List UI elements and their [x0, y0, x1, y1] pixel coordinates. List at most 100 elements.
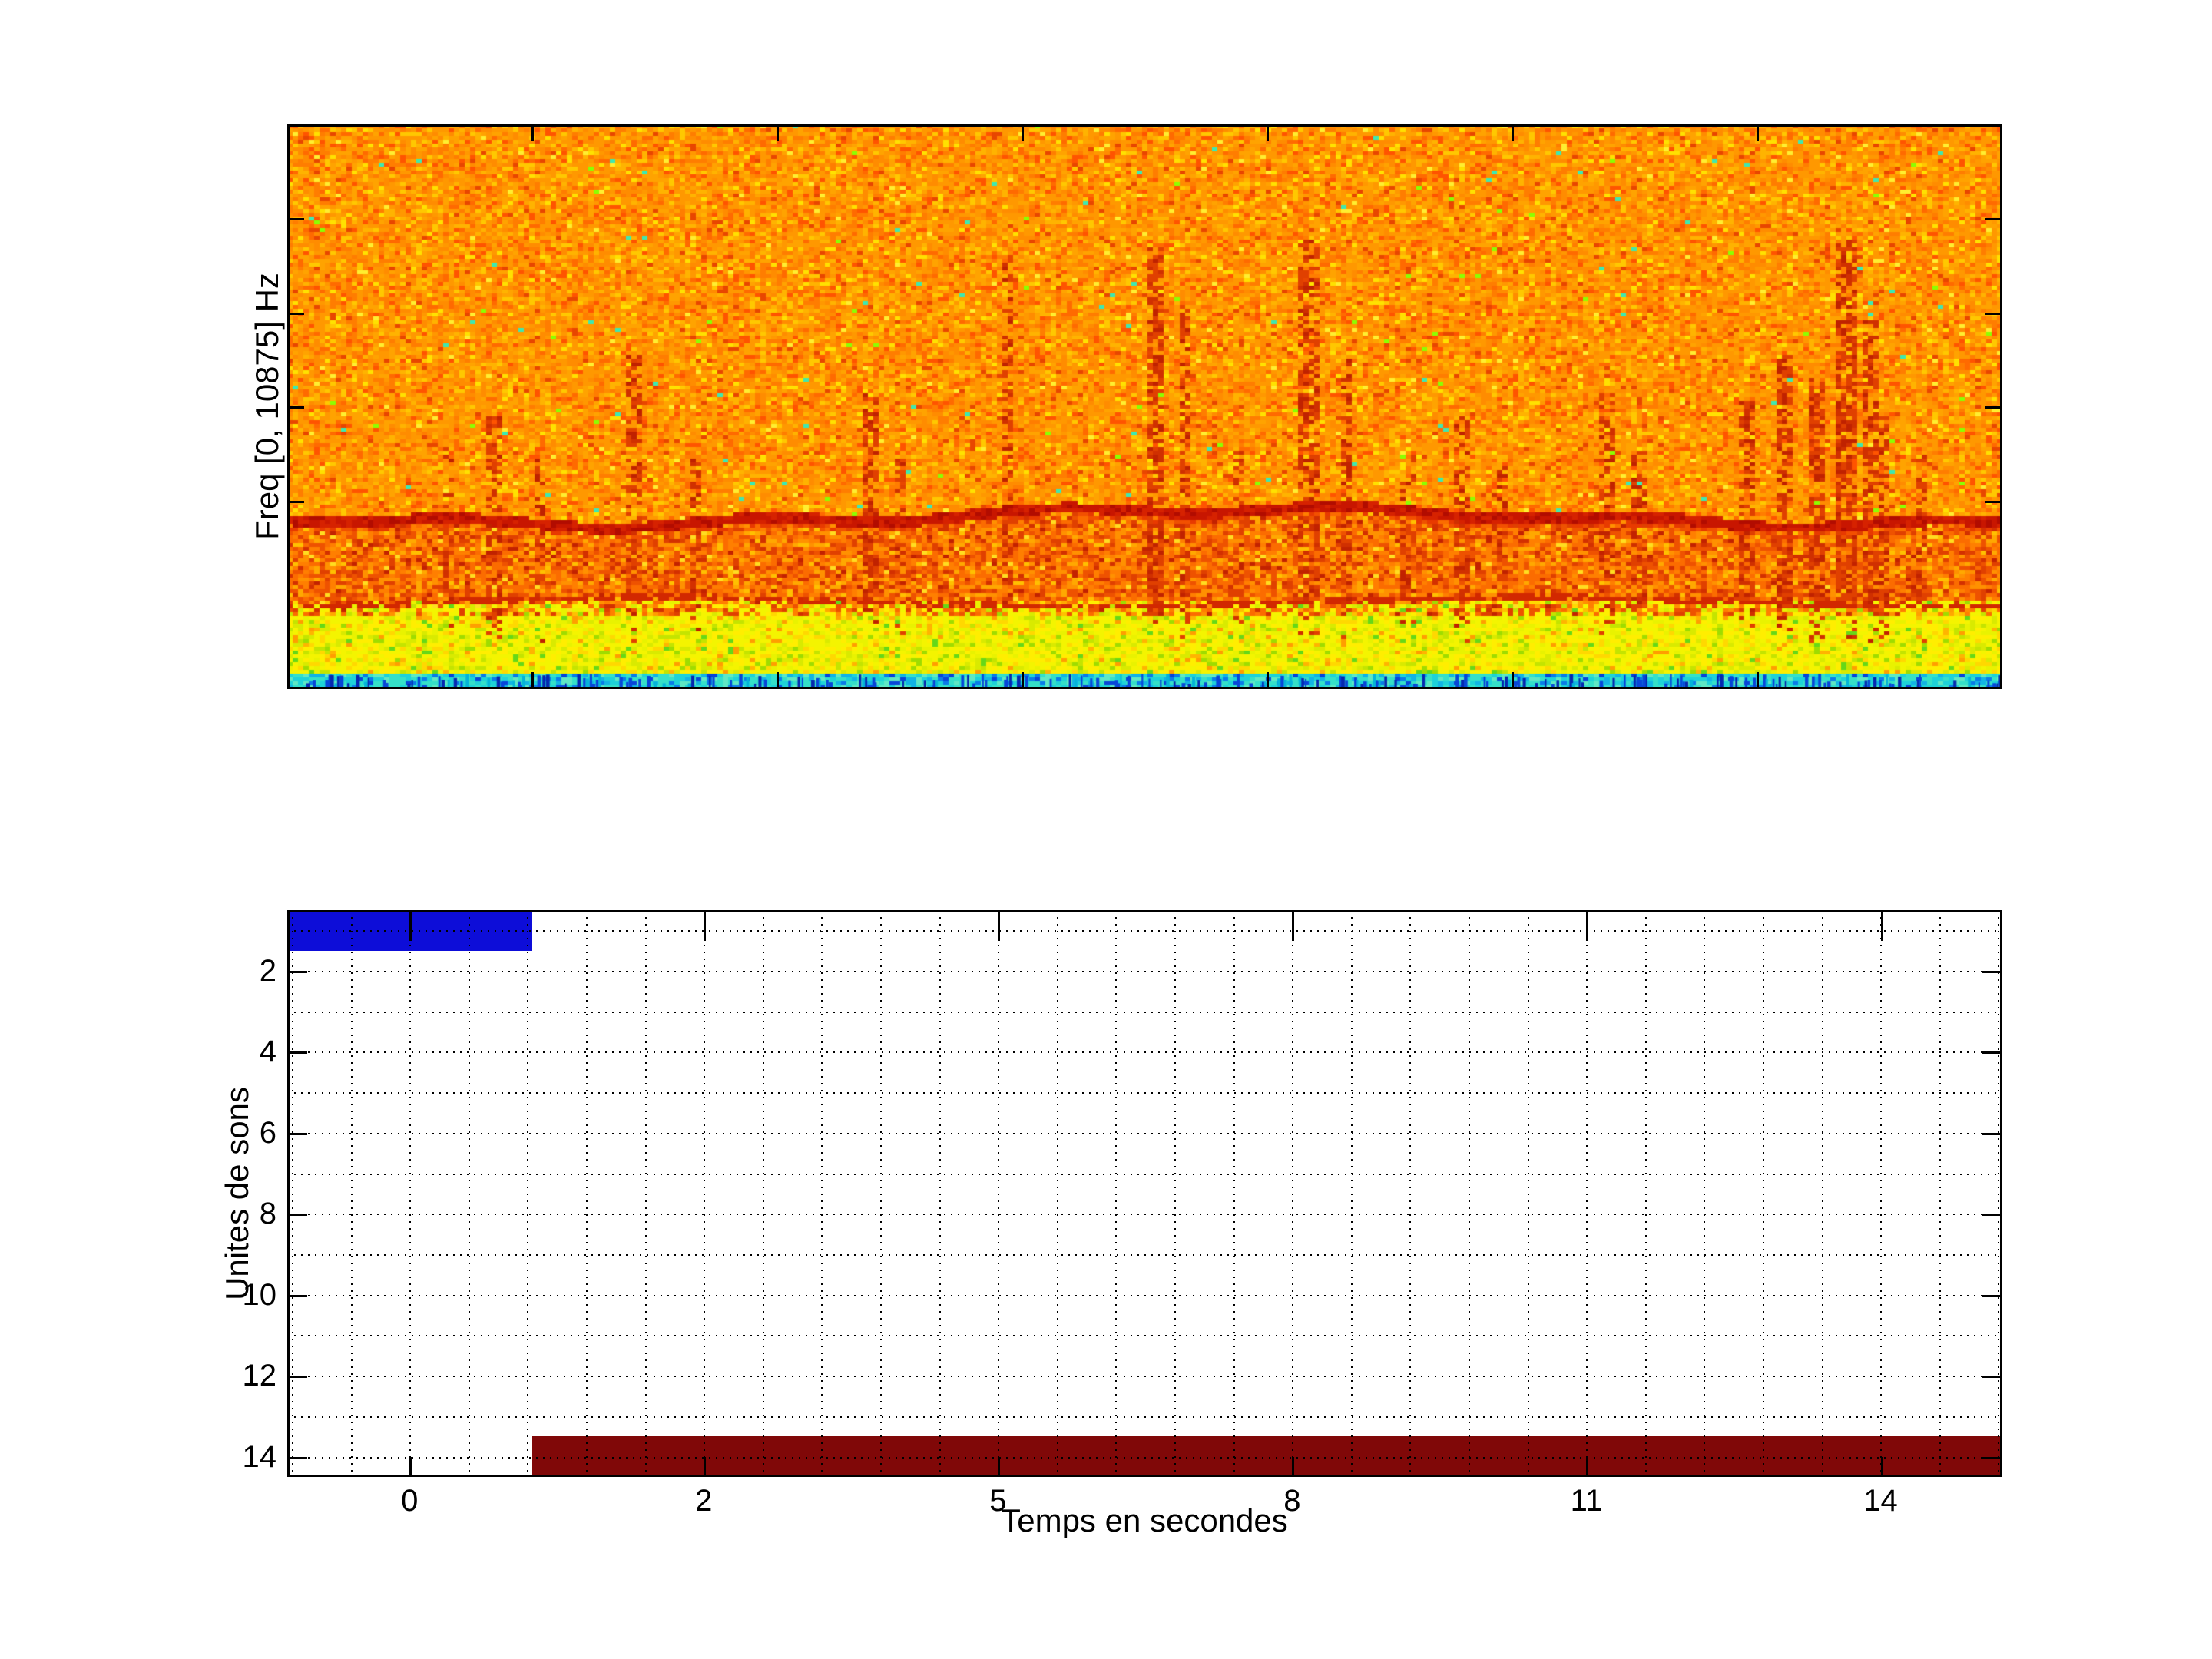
gridline-vertical: [1998, 910, 1999, 1477]
spectrogram-x-tick: [777, 672, 779, 689]
gridline-vertical: [1880, 910, 1882, 1477]
gridline-horizontal: [287, 1133, 2002, 1134]
gridline-vertical: [1469, 910, 1470, 1477]
gridline-horizontal: [287, 1214, 2002, 1215]
gridline-horizontal: [287, 930, 2002, 932]
gridline-vertical: [527, 910, 528, 1477]
detection-y-tick: [1982, 1051, 2002, 1054]
x-tick-label: 5: [989, 1484, 1006, 1518]
spectrogram-y-tick: [1985, 313, 2002, 315]
spectrogram-x-tick: [1267, 124, 1269, 141]
spectrogram-x-tick: [1267, 672, 1269, 689]
x-tick-label: 8: [1283, 1484, 1300, 1518]
detection-y-tick: [287, 1214, 307, 1216]
gridline-vertical: [1174, 910, 1176, 1477]
gridline-vertical: [704, 910, 705, 1477]
gridline-vertical: [821, 910, 823, 1477]
gridline-horizontal: [287, 1457, 2002, 1459]
detection-x-tick: [704, 910, 706, 941]
y-tick-label: 4: [161, 1032, 276, 1071]
spectrogram-x-tick: [1757, 124, 1759, 141]
gridline-horizontal: [287, 1051, 2002, 1053]
gridline-vertical: [1292, 910, 1293, 1477]
detection-frame: [287, 910, 2002, 1477]
detection-y-tick: [287, 1376, 307, 1378]
detection-x-tick: [998, 910, 1000, 941]
gridline-horizontal: [287, 1254, 2002, 1256]
gridline-vertical: [1763, 910, 1764, 1477]
spectrogram-x-tick: [531, 124, 534, 141]
y-tick-label: 6: [161, 1114, 276, 1152]
detection-y-tick: [1982, 1295, 2002, 1297]
gridline-vertical: [586, 910, 588, 1477]
y-tick-label: 2: [161, 952, 276, 990]
detection-x-tick: [1586, 910, 1588, 941]
gridline-vertical: [880, 910, 882, 1477]
detection-y-tick: [1982, 971, 2002, 973]
gridline-vertical: [1704, 910, 1705, 1477]
x-tick-label: 11: [1571, 1484, 1603, 1518]
y-tick-label: 8: [161, 1194, 276, 1233]
x-tick-label: 0: [401, 1484, 418, 1518]
detection-y-tick: [1982, 1133, 2002, 1135]
detection-y-tick: [287, 971, 307, 973]
gridline-horizontal: [287, 1335, 2002, 1336]
spectrogram-y-tick: [287, 313, 304, 315]
spectrogram-y-tick: [287, 406, 304, 409]
spectrogram-image: [287, 124, 2002, 689]
detection-plot: [287, 910, 2002, 1477]
y-tick-label: 12: [161, 1356, 276, 1395]
detection-x-tick: [1881, 1457, 1883, 1477]
x-tick-label: 2: [695, 1484, 712, 1518]
gridline-horizontal: [287, 1174, 2002, 1175]
detection-y-tick: [287, 1295, 307, 1297]
spectrogram-y-tick: [1985, 501, 2002, 503]
gridline-vertical: [998, 910, 999, 1477]
spectrogram-x-tick: [1022, 124, 1024, 141]
gridline-horizontal: [287, 1416, 2002, 1418]
gridline-vertical: [1822, 910, 1823, 1477]
spectrogram-x-tick: [1757, 672, 1759, 689]
detection-y-tick: [287, 1457, 307, 1459]
detection-x-tick: [1292, 910, 1294, 941]
time-axis-label: Temps en secondes: [1001, 1502, 1288, 1539]
spectrogram-y-tick: [287, 218, 304, 220]
freq-axis-label: Freq [0, 10875] Hz: [249, 273, 286, 540]
detection-y-tick: [1982, 1457, 2002, 1459]
spectrogram-y-tick: [1985, 406, 2002, 409]
y-tick-label: 14: [161, 1438, 276, 1476]
gridline-vertical: [469, 910, 470, 1477]
detection-x-tick: [1586, 1457, 1588, 1477]
detection-y-tick: [287, 1051, 307, 1054]
gridline-horizontal: [287, 1092, 2002, 1094]
gridline-vertical: [1409, 910, 1411, 1477]
gridline-vertical: [409, 910, 411, 1477]
gridline-vertical: [351, 910, 353, 1477]
gridline-horizontal: [287, 1295, 2002, 1296]
figure-canvas: Freq [0, 10875] Hz Unites de sons Temps …: [0, 0, 2212, 1659]
gridline-vertical: [1939, 910, 1941, 1477]
gridline-horizontal: [287, 1012, 2002, 1013]
gridline-horizontal: [287, 1376, 2002, 1377]
gridline-vertical: [1645, 910, 1647, 1477]
gridline-vertical: [1115, 910, 1117, 1477]
spectrogram-y-tick: [1985, 218, 2002, 220]
gridline-vertical: [645, 910, 647, 1477]
detection-x-tick: [704, 1457, 706, 1477]
detection-x-tick: [1292, 1457, 1294, 1477]
gridline-vertical: [1586, 910, 1588, 1477]
detection-x-tick: [409, 1457, 412, 1477]
spectrogram-x-tick: [777, 124, 779, 141]
detection-y-tick: [1982, 1214, 2002, 1216]
gridline-vertical: [292, 910, 293, 1477]
spectrogram-x-tick: [1512, 672, 1514, 689]
spectrogram-x-tick: [531, 672, 534, 689]
detection-x-tick: [998, 1457, 1000, 1477]
gridline-vertical: [1233, 910, 1235, 1477]
detection-x-tick: [1881, 910, 1883, 941]
x-tick-label: 14: [1863, 1484, 1898, 1518]
spectrogram-y-tick: [287, 501, 304, 503]
gridline-horizontal: [287, 971, 2002, 972]
spectrogram-plot: [287, 124, 2002, 689]
detection-y-tick: [1982, 1376, 2002, 1378]
